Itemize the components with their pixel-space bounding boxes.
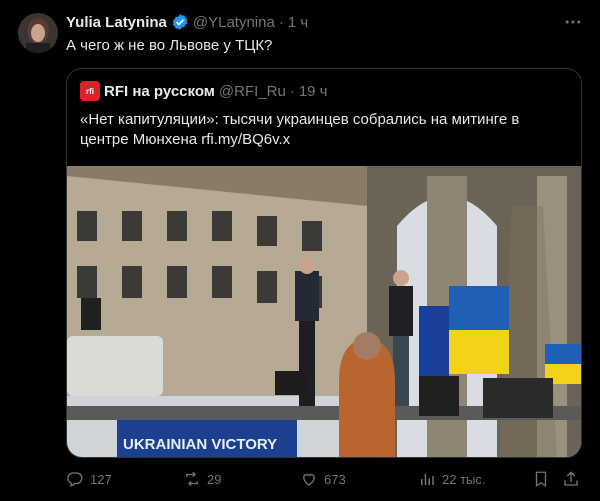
quoted-author-name[interactable]: RFI на русском (104, 83, 215, 100)
quoted-time[interactable]: 19 ч (299, 83, 328, 100)
views-count: 22 тыс. (442, 471, 486, 487)
tweet-time[interactable]: 1 ч (288, 14, 308, 31)
share-button[interactable] (562, 470, 580, 488)
tweet[interactable]: Yulia Latynina @YLatynina · 1 ч А чего ж… (0, 0, 600, 501)
quoted-text: «Нет капитуляции»: тысячи украинцев собр… (80, 111, 520, 148)
banner-text: UKRAINIAN VICTORY (123, 436, 277, 453)
quoted-tweet[interactable]: rfi RFI на русском @RFI_Ru · 19 ч «Нет к… (66, 68, 582, 458)
reply-count: 127 (90, 471, 112, 487)
dot-separator: · (278, 13, 284, 31)
avatar[interactable] (18, 13, 58, 53)
like-icon (303, 473, 315, 486)
retweet-icon (186, 471, 198, 487)
views-button[interactable]: 22 тыс. (418, 470, 485, 488)
action-bar: 127 29 673 22 тыс. (66, 470, 582, 490)
share-icon (564, 471, 578, 486)
more-icon[interactable] (563, 12, 583, 32)
avatar-image (18, 13, 58, 53)
quoted-photo[interactable]: UKRAINIAN VICTORY (67, 166, 582, 458)
reply-button[interactable]: 127 (66, 470, 112, 488)
author-name[interactable]: Yulia Latynina (66, 14, 167, 31)
retweet-count: 29 (207, 471, 222, 487)
bookmark-icon (535, 471, 547, 488)
like-button[interactable]: 673 (300, 470, 346, 488)
author-handle[interactable]: @YLatynina (193, 14, 275, 31)
retweet-button[interactable]: 29 (183, 470, 221, 488)
verified-badge-icon (172, 14, 187, 30)
quoted-handle[interactable]: @RFI_Ru (219, 83, 286, 100)
tweet-header: Yulia Latynina @YLatynina · 1 ч (66, 13, 308, 31)
reply-icon (67, 472, 83, 487)
quoted-header: rfi RFI на русском @RFI_Ru · 19 ч (80, 81, 327, 101)
dot-separator: · (289, 82, 295, 100)
tweet-text: А чего ж не во Львове у ТЦК? (66, 37, 273, 54)
like-count: 673 (324, 471, 346, 487)
views-icon (421, 473, 434, 485)
bookmark-button[interactable] (532, 470, 550, 488)
rfi-logo: rfi (80, 81, 100, 101)
